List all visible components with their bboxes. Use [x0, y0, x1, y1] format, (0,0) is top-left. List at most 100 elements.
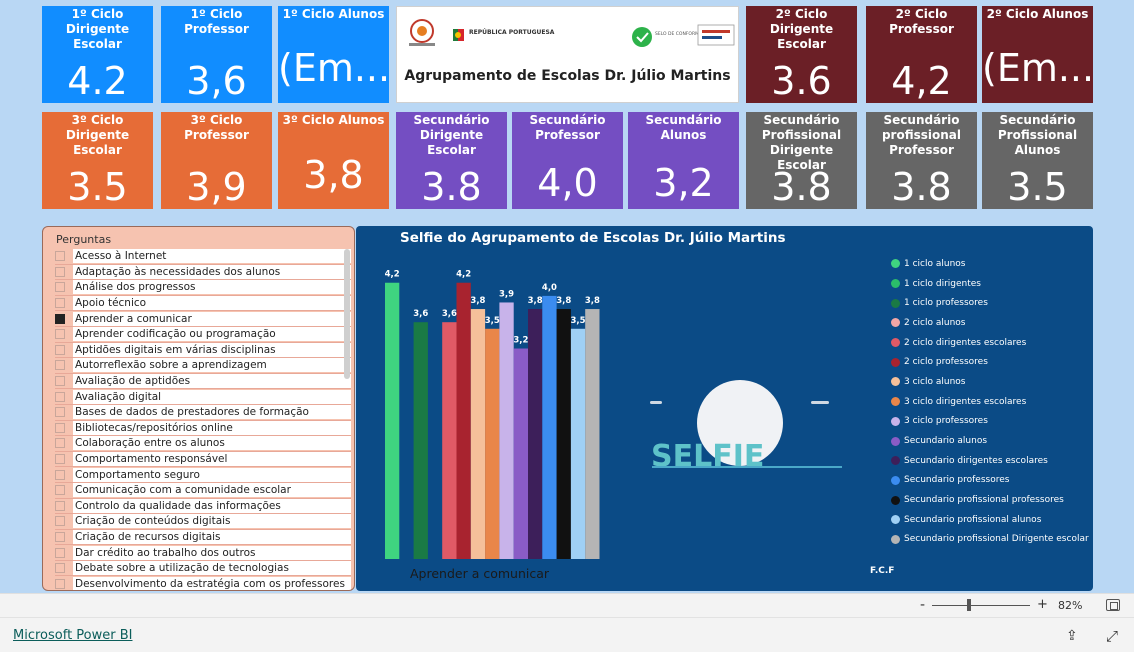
expand-icon[interactable]: ⤢: [1106, 627, 1118, 645]
legend-item[interactable]: 1 ciclo alunos: [891, 254, 1089, 274]
slicer-checkbox[interactable]: [55, 469, 65, 480]
kpi-card-secundario-dirigente[interactable]: Secundário Dirigente Escolar 3.8: [396, 112, 507, 209]
chart-legend[interactable]: 1 ciclo alunos 1 ciclo dirigentes 1 ciclo …: [891, 254, 1089, 549]
slicer-checkbox[interactable]: [55, 313, 65, 324]
share-icon[interactable]: ⇪: [1066, 628, 1078, 644]
legend-item[interactable]: 3 ciclo dirigentes escolares: [891, 392, 1089, 412]
perguntas-slicer[interactable]: Perguntas Acesso à Internet Adaptação às …: [42, 226, 355, 591]
slicer-item[interactable]: Acesso à Internet: [55, 249, 351, 265]
bar-secundario-professores[interactable]: [542, 295, 557, 559]
legend-item[interactable]: 3 ciclo professores: [891, 412, 1089, 432]
slicer-checkbox[interactable]: [55, 251, 65, 262]
kpi-card-3ciclo-alunos[interactable]: 3º Ciclo Alunos 3,8: [278, 112, 389, 209]
bar-secundario-dirigentes-escolares[interactable]: [528, 309, 543, 559]
slicer-checkbox[interactable]: [55, 485, 65, 496]
bar-secundario-profissional-alunos[interactable]: [570, 328, 586, 559]
slicer-checkbox[interactable]: [55, 360, 65, 371]
slicer-checkbox[interactable]: [55, 454, 65, 465]
legend-item[interactable]: Secundario alunos: [891, 431, 1089, 451]
zoom-out-button[interactable]: -: [920, 597, 925, 613]
slicer-list[interactable]: Acesso à Internet Adaptação às necessidad…: [55, 249, 351, 590]
slicer-checkbox[interactable]: [55, 407, 65, 418]
kpi-card-secundario-profissional-professor[interactable]: Secundário profissional Professor 3.8: [866, 112, 977, 209]
slicer-checkbox[interactable]: [55, 500, 65, 511]
zoom-slider-thumb[interactable]: [967, 599, 972, 611]
powerbi-link[interactable]: Microsoft Power BI: [13, 628, 132, 643]
slicer-checkbox[interactable]: [55, 422, 65, 433]
slicer-checkbox[interactable]: [55, 376, 65, 387]
slicer-item[interactable]: Aptidões digitais em várias disciplinas: [55, 342, 351, 359]
bar-1-ciclo-professores[interactable]: [413, 322, 428, 559]
slicer-checkbox[interactable]: [55, 266, 65, 277]
legend-item[interactable]: 2 ciclo professores: [891, 352, 1089, 372]
bar-1-ciclo-alunos[interactable]: [385, 282, 400, 559]
slicer-item[interactable]: Adaptação às necessidades dos alunos: [55, 264, 351, 281]
slicer-item[interactable]: Criação de conteúdos digitais: [55, 514, 351, 530]
slicer-item[interactable]: Análise dos progressos: [55, 280, 351, 296]
kpi-card-secundario-professor[interactable]: Secundário Professor 4,0: [512, 112, 623, 209]
slicer-item[interactable]: Aprender a comunicar: [55, 311, 351, 327]
slicer-checkbox[interactable]: [55, 438, 65, 449]
kpi-card-secundario-alunos[interactable]: Secundário Alunos 3,2: [628, 112, 739, 209]
slicer-checkbox[interactable]: [55, 329, 65, 340]
legend-item[interactable]: Secundario profissional Dirigente escola…: [891, 530, 1089, 550]
kpi-card-1ciclo-alunos[interactable]: 1º Ciclo Alunos (Em...: [278, 6, 389, 103]
slicer-item[interactable]: Comportamento seguro: [55, 467, 351, 483]
legend-item[interactable]: 1 ciclo professores: [891, 293, 1089, 313]
bar-2-ciclo-professores[interactable]: [456, 282, 471, 559]
slicer-item[interactable]: Dar crédito ao trabalho dos outros: [55, 545, 351, 561]
slicer-item[interactable]: Criação de recursos digitais: [55, 529, 351, 546]
bar-3-ciclo-professores[interactable]: [499, 302, 514, 559]
zoom-in-button[interactable]: +: [1037, 597, 1048, 612]
kpi-card-2ciclo-dirigente[interactable]: 2º Ciclo Dirigente Escolar 3.6: [746, 6, 857, 103]
legend-item[interactable]: Secundario professores: [891, 471, 1089, 491]
slicer-item[interactable]: Debate sobre a utilização de tecnologias: [55, 561, 351, 577]
legend-label: 2 ciclo dirigentes escolares: [904, 337, 1027, 348]
slicer-checkbox[interactable]: [55, 578, 65, 589]
legend-item[interactable]: 2 ciclo dirigentes escolares: [891, 333, 1089, 353]
bar-2-ciclo-dirigentes-escolares[interactable]: [442, 322, 457, 559]
slicer-checkbox[interactable]: [55, 547, 65, 558]
slicer-checkbox[interactable]: [55, 516, 65, 527]
slicer-item[interactable]: Aprender codificação ou programação: [55, 327, 351, 343]
slicer-checkbox[interactable]: [55, 344, 65, 355]
slicer-scrollbar[interactable]: [344, 249, 350, 379]
slicer-item[interactable]: Colaboração entre os alunos: [55, 436, 351, 452]
slicer-checkbox[interactable]: [55, 563, 65, 574]
bar-secundario-alunos[interactable]: [513, 348, 528, 559]
slicer-item[interactable]: Autorreflexão sobre a aprendizagem: [55, 358, 351, 374]
bar-secundario-profissional-dirigente-escolar[interactable]: [585, 309, 600, 559]
kpi-card-1ciclo-professor[interactable]: 1º Ciclo Professor 3,6: [161, 6, 272, 103]
slicer-item[interactable]: Comunicação com a comunidade escolar: [55, 483, 351, 499]
slicer-item[interactable]: Comportamento responsável: [55, 452, 351, 468]
kpi-card-1ciclo-dirigente[interactable]: 1º Ciclo Dirigente Escolar 4.2: [42, 6, 153, 103]
legend-item[interactable]: Secundario dirigentes escolares: [891, 451, 1089, 471]
zoom-slider-track[interactable]: [932, 605, 1030, 606]
kpi-card-2ciclo-professor[interactable]: 2º Ciclo Professor 4,2: [866, 6, 977, 103]
slicer-item[interactable]: Avaliação de aptidões: [55, 374, 351, 390]
kpi-card-secundario-profissional-alunos[interactable]: Secundário Profissional Alunos 3.5: [982, 112, 1093, 209]
slicer-item[interactable]: Bibliotecas/repositórios online: [55, 420, 351, 437]
slicer-item[interactable]: Desenvolvimento da estratégia com os pro…: [55, 576, 351, 590]
legend-item[interactable]: 3 ciclo alunos: [891, 372, 1089, 392]
kpi-card-3ciclo-dirigente[interactable]: 3º Ciclo Dirigente Escolar 3.5: [42, 112, 153, 209]
slicer-item[interactable]: Apoio técnico: [55, 296, 351, 312]
legend-item[interactable]: 1 ciclo dirigentes: [891, 274, 1089, 294]
slicer-checkbox[interactable]: [55, 391, 65, 402]
fit-to-page-icon[interactable]: [1106, 599, 1120, 611]
bar-3-ciclo-dirigentes-escolares[interactable]: [485, 328, 500, 559]
slicer-item[interactable]: Controlo da qualidade das informações: [55, 498, 351, 515]
kpi-card-secundario-profissional-dirigente[interactable]: Secundário Profissional Dirigente Escola…: [746, 112, 857, 209]
slicer-checkbox[interactable]: [55, 531, 65, 542]
bar-secundario-profissional-professores[interactable]: [556, 309, 571, 559]
slicer-checkbox[interactable]: [55, 298, 65, 309]
legend-item[interactable]: Secundario profissional professores: [891, 490, 1089, 510]
bar-3-ciclo-alunos[interactable]: [470, 309, 486, 559]
slicer-item[interactable]: Avaliação digital: [55, 389, 351, 405]
legend-item[interactable]: 2 ciclo alunos: [891, 313, 1089, 333]
slicer-item[interactable]: Bases de dados de prestadores de formaçã…: [55, 405, 351, 421]
kpi-card-2ciclo-alunos[interactable]: 2º Ciclo Alunos (Em...: [982, 6, 1093, 103]
kpi-card-3ciclo-professor[interactable]: 3º Ciclo Professor 3,9: [161, 112, 272, 209]
legend-item[interactable]: Secundario profissional alunos: [891, 510, 1089, 530]
slicer-checkbox[interactable]: [55, 282, 65, 293]
